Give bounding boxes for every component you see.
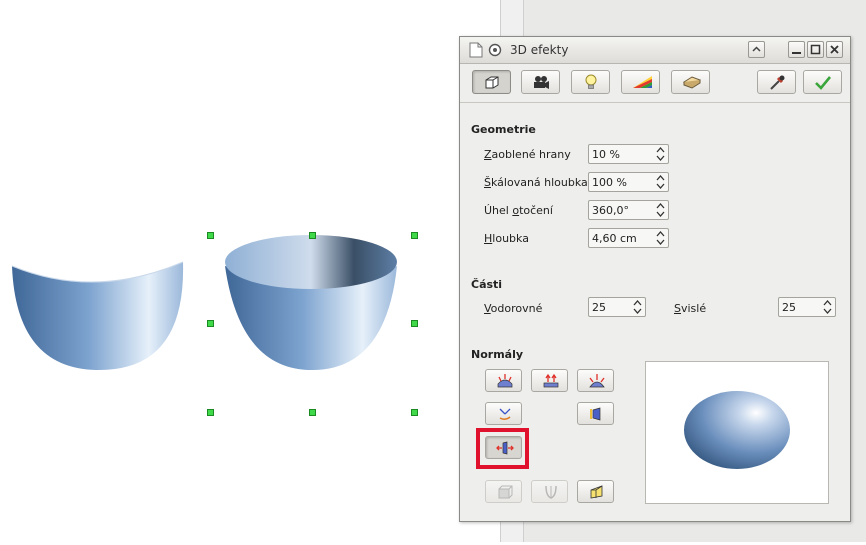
spherical-normals-icon (589, 374, 605, 388)
selection-handle-top-left[interactable] (207, 232, 214, 239)
scaled-depth-label: Škálovaná hloubka (484, 176, 588, 189)
vertical-segments-value: 25 (782, 301, 796, 314)
maximize-button[interactable] (807, 41, 824, 58)
horizontal-segments-spinbox[interactable]: 25 (588, 297, 646, 317)
depth-value: 4,60 cm (592, 232, 637, 245)
close-button[interactable] (826, 41, 843, 58)
preview-sphere (684, 391, 790, 469)
rotation-angle-value: 360,0° (592, 204, 629, 217)
assign-button[interactable] (757, 70, 796, 94)
rounded-edges-value: 10 % (592, 148, 620, 161)
bowls-drawing (11, 235, 397, 371)
double-sided-illumination-icon (590, 407, 601, 421)
rounded-edges-spinbox[interactable]: 10 % (588, 144, 669, 164)
pipette-icon (770, 75, 785, 90)
right-bowl-inner (225, 235, 397, 289)
dialog-titlebar[interactable]: 3D efekty (460, 37, 850, 64)
invert-normals-icon (499, 408, 511, 421)
depth-label: Hloubka (484, 232, 529, 245)
rounded-edges-label: Zaoblené hrany (484, 148, 571, 161)
rotation-angle-spinbox[interactable]: 360,0° (588, 200, 669, 220)
spin-arrows-icon[interactable] (633, 299, 642, 315)
drawing-canvas[interactable] (0, 0, 500, 542)
camera-icon (534, 76, 549, 89)
double-sided-illumination-button[interactable] (577, 402, 614, 425)
lathe-icon (545, 485, 557, 499)
convert-to-3d-button[interactable] (485, 480, 522, 503)
spin-arrows-icon[interactable] (823, 299, 832, 315)
material-icon (682, 76, 702, 89)
convert-3d-icon (498, 485, 513, 499)
bulb-icon (585, 74, 597, 89)
flat-normals-button[interactable] (531, 369, 568, 392)
depth-spinbox[interactable]: 4,60 cm (588, 228, 669, 248)
highlight-frame (476, 428, 529, 469)
maximize-icon (810, 44, 821, 55)
spherical-normals-button[interactable] (577, 369, 614, 392)
collapse-button[interactable] (748, 41, 765, 58)
rotation-angle-label: Úhel otočení (484, 204, 553, 217)
illumination-tab-button[interactable] (571, 70, 610, 94)
material-tab-button[interactable] (671, 70, 710, 94)
perspective-icon (590, 485, 603, 499)
dialog-title: 3D efekty (510, 43, 569, 57)
textures-tab-button[interactable] (621, 70, 660, 94)
flat-normals-icon (543, 373, 559, 388)
close-icon (830, 45, 839, 54)
segments-heading: Části (471, 278, 503, 291)
document-icon (469, 42, 483, 58)
convert-to-lathe-button[interactable] (531, 480, 568, 503)
object-normals-icon (497, 374, 513, 388)
selection-handle-middle-right[interactable] (411, 320, 418, 327)
spin-arrows-icon[interactable] (656, 230, 665, 246)
perspective-button[interactable] (577, 480, 614, 503)
pin-icon[interactable] (488, 42, 502, 58)
selection-handle-middle-left[interactable] (207, 320, 214, 327)
normals-heading: Normály (471, 348, 524, 361)
chevron-up-icon (752, 46, 761, 52)
vertical-segments-spinbox[interactable]: 25 (778, 297, 836, 317)
spin-arrows-icon[interactable] (656, 174, 665, 190)
minimize-button[interactable] (788, 41, 805, 58)
preview-panel[interactable] (645, 361, 829, 504)
geometry-heading: Geometrie (471, 123, 536, 136)
cube-icon (485, 76, 499, 89)
vertical-segments-label: Svislé (674, 302, 707, 315)
object-specific-normals-button[interactable] (485, 369, 522, 392)
spin-arrows-icon[interactable] (656, 146, 665, 162)
checkmark-icon (815, 76, 832, 90)
selection-handle-bottom-left[interactable] (207, 409, 214, 416)
scaled-depth-value: 100 % (592, 176, 627, 189)
invert-normals-button[interactable] (485, 402, 522, 425)
horizontal-segments-label: Vodorovné (484, 302, 543, 315)
geometry-tab-button[interactable] (472, 70, 511, 94)
shading-tab-button[interactable] (521, 70, 560, 94)
minimize-icon (792, 52, 801, 54)
rainbow-icon (633, 76, 652, 88)
spin-arrows-icon[interactable] (656, 202, 665, 218)
selection-handle-top-center[interactable] (309, 232, 316, 239)
selection-handle-bottom-center[interactable] (309, 409, 316, 416)
toolbar-separator (460, 102, 850, 103)
scaled-depth-spinbox[interactable]: 100 % (588, 172, 669, 192)
selection-handle-top-right[interactable] (411, 232, 418, 239)
left-bowl[interactable] (12, 262, 184, 371)
selection-handle-bottom-right[interactable] (411, 409, 418, 416)
horizontal-segments-value: 25 (592, 301, 606, 314)
apply-button[interactable] (803, 70, 842, 94)
